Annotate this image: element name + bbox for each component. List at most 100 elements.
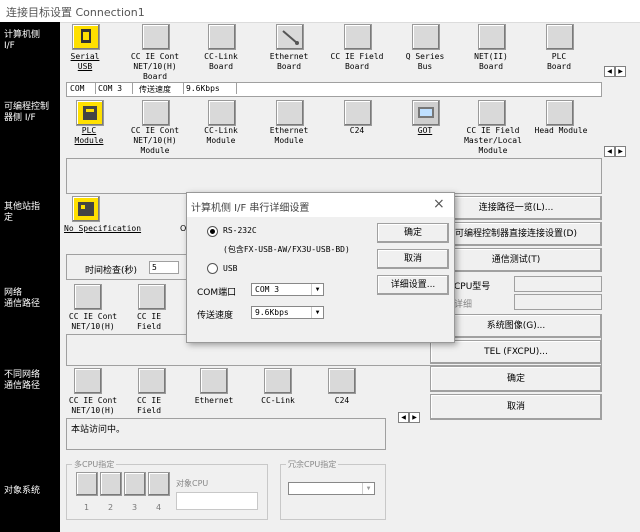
time-check-input[interactable]: 5 <box>149 261 179 274</box>
no-spec-icon[interactable] <box>72 196 100 222</box>
comm-test-button[interactable]: 通信测试(T) <box>430 248 602 272</box>
ok-button[interactable]: 确定 <box>430 366 602 392</box>
scroll-left-button[interactable]: ◀ <box>604 66 615 77</box>
speed-value: 9.6Kbps <box>255 308 289 317</box>
title-bar: 连接目标设置 Connection1 <box>0 0 640 23</box>
speed-select[interactable]: 9.6Kbps ▼ <box>251 306 324 319</box>
network-cc-ie-field-icon[interactable] <box>138 284 166 310</box>
scroll-right-button[interactable]: ▶ <box>615 146 626 157</box>
plc-module-icon[interactable] <box>76 100 104 126</box>
plc-item-label-ethernet[interactable]: Ethernet Module <box>264 126 314 146</box>
net-board-icon[interactable] <box>478 24 506 50</box>
cpu-3-button[interactable] <box>124 472 146 496</box>
cpu-4-button[interactable] <box>148 472 170 496</box>
rs232c-note: (包含FX-USB-AW/FX3U-USB-BD) <box>223 245 350 254</box>
pc-item-label-cc-ie[interactable]: CC IE Cont NET/10(H) Board <box>124 52 186 82</box>
system-image-button[interactable]: 系统图像(G)... <box>430 314 602 338</box>
diff-network-item-label[interactable]: C24 <box>326 396 358 406</box>
cc-ie-field-board-icon[interactable] <box>344 24 372 50</box>
diff-network-item-label[interactable]: CC-Link <box>254 396 302 406</box>
c24-icon[interactable] <box>344 100 372 126</box>
network-item-label[interactable]: CC IE Field <box>130 312 168 332</box>
network-cc-ie-icon[interactable] <box>74 284 102 310</box>
diff-network-ethernet-icon[interactable] <box>200 368 228 394</box>
scroll-left-button[interactable]: ◀ <box>604 146 615 157</box>
close-icon[interactable]: × <box>433 196 445 212</box>
cc-ie-board-icon[interactable] <box>142 24 170 50</box>
cpu-number: 4 <box>156 503 162 512</box>
usb-radio[interactable] <box>207 263 218 274</box>
scroll-right-button[interactable]: ▶ <box>615 66 626 77</box>
label-different-network-route: 不同网络 通信路径 <box>4 370 41 391</box>
rs232c-radio[interactable] <box>207 226 218 237</box>
label-pc-side: 计算机侧 I/F <box>4 30 41 51</box>
tel-button[interactable]: TEL (FXCPU)... <box>430 340 602 364</box>
serial-usb-icon[interactable] <box>72 24 100 50</box>
network-item-label[interactable]: CC IE Cont NET/10(H) <box>64 312 122 332</box>
q-series-bus-icon[interactable] <box>412 24 440 50</box>
dialog-detail-button[interactable]: 详细设置... <box>377 275 449 295</box>
diff-network-cc-link-icon[interactable] <box>264 368 292 394</box>
head-module-icon[interactable] <box>546 100 574 126</box>
target-cpu-field <box>176 492 258 510</box>
other-station-label[interactable]: No Specification <box>64 224 148 234</box>
ethernet-module-icon[interactable] <box>276 100 304 126</box>
cpu-number: 3 <box>132 503 138 512</box>
pc-side-status: COM COM 3 传送速度 9.6Kbps <box>66 82 602 97</box>
pc-item-label-plc-board[interactable]: PLC Board <box>534 52 584 72</box>
label-network-route: 网络 通信路径 <box>4 288 41 309</box>
cpu-type-label: CPU型号 <box>454 282 491 292</box>
left-category-bar: 计算机侧 I/F 可编程控制 器侧 I/F 其他站指 定 网络 通信路径 不同网… <box>0 22 60 532</box>
plc-item-label-got[interactable]: GOT <box>408 126 442 136</box>
plc-item-label-c24[interactable]: C24 <box>340 126 374 136</box>
multi-cpu-title: 多CPU指定 <box>72 459 117 470</box>
rs232c-label: RS-232C <box>223 226 257 235</box>
pc-item-label-cc-ie-field[interactable]: CC IE Field Board <box>326 52 388 72</box>
plc-item-label-cc-ie[interactable]: CC IE Cont NET/10(H) Module <box>124 126 186 156</box>
speed-label: 传送速度 <box>197 311 234 321</box>
cpu-number: 1 <box>84 503 90 512</box>
scroll-left-button[interactable]: ◀ <box>398 412 409 423</box>
target-cpu-label: 对象CPU <box>176 479 209 488</box>
diff-network-cc-ie-icon[interactable] <box>74 368 102 394</box>
plc-item-label-cc-ie-field[interactable]: CC IE Field Master/Local Module <box>460 126 526 156</box>
label-plc-side: 可编程控制 器侧 I/F <box>4 102 50 123</box>
pc-item-label-ethernet[interactable]: Ethernet Board <box>264 52 314 72</box>
direct-plc-button[interactable]: 可编程控制器直接连接设置(D) <box>430 222 602 246</box>
com-port-select[interactable]: COM 3 ▼ <box>251 283 324 296</box>
cpu-1-button[interactable] <box>76 472 98 496</box>
speed-label: 传送速度 <box>139 85 171 94</box>
diff-network-cc-ie-field-icon[interactable] <box>138 368 166 394</box>
time-check-label: 时间检查(秒) <box>85 266 138 276</box>
ethernet-board-icon[interactable] <box>276 24 304 50</box>
redundant-cpu-select[interactable]: ▼ <box>288 482 375 495</box>
time-check-panel: 时间检查(秒) 5 <box>66 254 188 280</box>
dialog-ok-button[interactable]: 确定 <box>377 223 449 243</box>
pc-item-label-q-series[interactable]: Q Series Bus <box>398 52 452 72</box>
plc-item-label-cc-link[interactable]: CC-Link Module <box>196 126 246 146</box>
cc-ie-module-icon[interactable] <box>142 100 170 126</box>
diff-network-item-label[interactable]: CC IE Cont NET/10(H) <box>64 396 122 416</box>
plc-board-icon[interactable] <box>546 24 574 50</box>
cancel-button[interactable]: 取消 <box>430 394 602 420</box>
diff-network-item-label[interactable]: Ethernet <box>190 396 238 406</box>
cc-ie-field-master-icon[interactable] <box>478 100 506 126</box>
cc-link-module-icon[interactable] <box>208 100 236 126</box>
cpu-2-button[interactable] <box>100 472 122 496</box>
diff-network-item-label[interactable]: CC IE Field <box>130 396 168 416</box>
pc-item-label-cc-link[interactable]: CC-Link Board <box>196 52 246 72</box>
pc-item-label-serial[interactable]: Serial USB <box>64 52 106 72</box>
plc-item-label-head[interactable]: Head Module <box>530 126 592 136</box>
cc-link-board-icon[interactable] <box>208 24 236 50</box>
scroll-right-button[interactable]: ▶ <box>409 412 420 423</box>
dialog-cancel-button[interactable]: 取消 <box>377 249 449 269</box>
got-icon[interactable] <box>412 100 440 126</box>
diff-network-c24-icon[interactable] <box>328 368 356 394</box>
plc-item-label-plc[interactable]: PLC Module <box>64 126 114 146</box>
chevron-down-icon: ▼ <box>362 483 374 494</box>
window-title: 连接目标设置 Connection1 <box>6 6 145 19</box>
pc-item-label-net[interactable]: NET(II) Board <box>466 52 516 72</box>
route-list-button[interactable]: 连接路径一览(L)... <box>430 196 602 220</box>
status-text: 本站访问中。 <box>71 425 126 435</box>
dialog-title-bar: 计算机侧 I/F 串行详细设置 × <box>187 193 454 217</box>
